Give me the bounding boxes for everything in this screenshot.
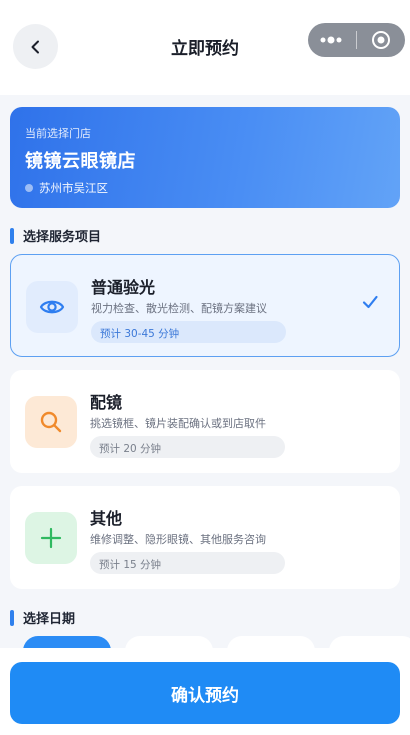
section-date-title: 选择日期 [10,608,75,627]
section-service-label: 选择服务项目 [23,230,102,245]
service-desc: 视力检查、散光检测、配镜方案建议 [91,302,267,315]
location-dot-icon [25,184,33,192]
store-name: 镜镜云眼镜店 [25,151,136,172]
service-name: 配镜 [90,393,123,412]
nav-bar: 立即预约 [0,0,410,95]
service-duration-tag: 预计 15 分钟 [90,552,285,574]
service-icon-box [25,512,77,564]
mini-program-capsule [308,23,405,57]
service-duration-tag: 预计 20 分钟 [90,436,285,458]
more-button[interactable] [308,23,356,57]
search-icon [40,411,62,433]
store-label: 当前选择门店 [25,127,91,140]
section-accent-bar [10,227,14,244]
more-dots-icon [320,36,342,44]
service-icon-box [26,281,78,333]
plus-icon [40,527,62,549]
service-name: 普通验光 [91,278,156,297]
bottom-action-bar: 确认预约 [0,648,410,735]
store-location-text: 苏州市吴江区 [39,181,108,195]
service-name: 其他 [90,509,123,528]
service-icon-box [25,396,77,448]
store-card[interactable]: 当前选择门店 镜镜云眼镜店 苏州市吴江区 [10,107,400,208]
store-location: 苏州市吴江区 [25,180,385,196]
check-icon [362,295,378,309]
service-card-glasses[interactable]: 配镜 挑选镜框、镜片装配确认或到店取件 预计 20 分钟 [10,370,400,473]
eye-icon [39,300,65,314]
service-desc: 挑选镜框、镜片装配确认或到店取件 [90,417,266,430]
service-duration-tag: 预计 30-45 分钟 [91,321,286,343]
service-desc: 维修调整、隐形眼镜、其他服务咨询 [90,533,266,546]
section-date-label: 选择日期 [23,612,76,627]
service-card-other[interactable]: 其他 维修调整、隐形眼镜、其他服务咨询 预计 15 分钟 [10,486,400,589]
close-button[interactable] [357,23,405,57]
service-card-eye-exam[interactable]: 普通验光 视力检查、散光检测、配镜方案建议 预计 30-45 分钟 [10,254,400,357]
section-service-title: 选择服务项目 [10,226,101,245]
confirm-booking-button[interactable]: 确认预约 [10,662,400,724]
section-accent-bar [10,609,14,626]
target-close-icon [372,31,390,49]
